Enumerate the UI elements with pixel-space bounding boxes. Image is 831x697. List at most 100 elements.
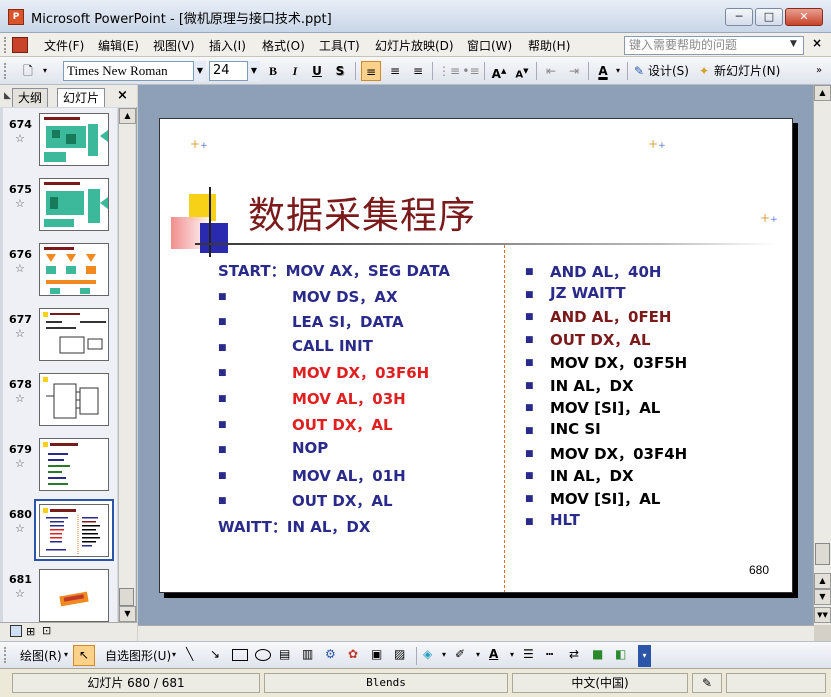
tab-outline[interactable]: 大纲 bbox=[12, 88, 49, 107]
menu-format[interactable]: 格式(O) bbox=[262, 37, 305, 54]
draw-menu-button[interactable]: 绘图(R) bbox=[20, 647, 62, 664]
rectangle-icon[interactable] bbox=[232, 649, 248, 661]
document-close-button[interactable]: × bbox=[812, 36, 822, 50]
bold-button[interactable]: B bbox=[264, 61, 282, 81]
help-search-input[interactable]: 键入需要帮助的问题 bbox=[624, 36, 804, 55]
slide-thumbnail-674[interactable] bbox=[39, 113, 109, 166]
powerpoint-app-icon[interactable]: P bbox=[8, 9, 24, 25]
toolbar-grip[interactable] bbox=[4, 647, 8, 663]
increase-indent-icon[interactable]: ⇥ bbox=[564, 61, 584, 81]
tab-slides[interactable]: 幻灯片 bbox=[57, 88, 106, 107]
chevron-down-icon[interactable]: ▾ bbox=[510, 650, 514, 659]
slide-thumbnail-676[interactable] bbox=[39, 243, 109, 296]
decrease-indent-icon[interactable]: ⇤ bbox=[541, 61, 561, 81]
toolbar-options-icon[interactable]: ▾ bbox=[638, 645, 651, 667]
scroll-thumb[interactable] bbox=[815, 543, 830, 565]
design-icon[interactable]: ✎ bbox=[632, 61, 646, 81]
new-slide-button[interactable]: 新幻灯片(N) bbox=[714, 61, 786, 81]
line-style-icon[interactable]: ☰ bbox=[523, 647, 534, 661]
decrease-font-icon[interactable]: A▼ bbox=[512, 61, 532, 81]
wordart-icon[interactable]: ▥ bbox=[302, 647, 313, 661]
menu-help[interactable]: 帮助(H) bbox=[528, 37, 570, 54]
document-icon[interactable] bbox=[12, 37, 28, 53]
chevron-down-icon[interactable]: ▾ bbox=[613, 61, 623, 81]
arrow-icon[interactable]: ↘ bbox=[210, 647, 220, 661]
right-code-column[interactable]: ■ AND AL，40H ■ JZ WAITT ■ AND AL，0FEH ■ OUT DX，… bbox=[525, 261, 785, 541]
align-right-icon[interactable]: ≡ bbox=[408, 61, 428, 81]
shadow-style-icon[interactable]: ■ bbox=[592, 647, 603, 661]
scroll-up-icon[interactable]: ▲ bbox=[119, 108, 136, 124]
menu-insert[interactable]: 插入(I) bbox=[209, 37, 246, 54]
pane-scrollbar[interactable]: ▲ ▼ bbox=[118, 108, 136, 622]
insert-image-icon[interactable]: ▨ bbox=[394, 647, 405, 661]
close-button[interactable]: ✕ bbox=[785, 8, 823, 26]
scroll-down-icon[interactable]: ▼ bbox=[814, 589, 831, 605]
slideshow-icon[interactable]: ⊡ bbox=[42, 624, 51, 637]
numbered-list-icon[interactable]: ⋮≡ bbox=[438, 61, 460, 81]
font-color-icon[interactable]: A bbox=[593, 61, 613, 81]
clipart-icon[interactable]: ✿ bbox=[348, 647, 358, 661]
chevron-down-icon[interactable]: ▼ bbox=[193, 61, 206, 81]
dash-style-icon[interactable]: ┅ bbox=[546, 647, 553, 661]
design-button[interactable]: 设计(S) bbox=[648, 61, 694, 81]
slide-thumbnail-679[interactable] bbox=[39, 438, 109, 491]
font-color-icon[interactable]: A bbox=[489, 647, 498, 661]
chevron-down-icon[interactable]: ▾ bbox=[64, 650, 68, 659]
pane-collapse-icon[interactable]: ◣ bbox=[4, 91, 11, 101]
chevron-down-icon[interactable]: ▾ bbox=[40, 61, 50, 81]
slide-thumbnail-675[interactable] bbox=[39, 178, 109, 231]
spelling-status-icon[interactable]: ✎ bbox=[692, 673, 722, 693]
3d-style-icon[interactable]: ◧ bbox=[615, 647, 626, 661]
select-pointer-icon[interactable]: ↖ bbox=[73, 645, 95, 666]
arrow-style-icon[interactable]: ⇄ bbox=[569, 647, 579, 661]
italic-button[interactable]: I bbox=[286, 61, 304, 81]
toolbar-grip[interactable] bbox=[4, 63, 8, 79]
bullet-list-icon[interactable]: •≡ bbox=[461, 61, 481, 81]
menu-tools[interactable]: 工具(T) bbox=[319, 37, 360, 54]
align-center-icon[interactable]: ≡ bbox=[385, 61, 405, 81]
shadow-button[interactable]: S bbox=[331, 61, 349, 81]
minimize-button[interactable]: ─ bbox=[725, 8, 753, 26]
maximize-button[interactable]: □ bbox=[755, 8, 783, 26]
slide-thumbnail-681[interactable] bbox=[39, 569, 109, 622]
fill-color-icon[interactable]: ◈ bbox=[423, 647, 432, 661]
pane-close-button[interactable]: × bbox=[117, 88, 128, 103]
line-icon[interactable]: ╲ bbox=[186, 647, 193, 661]
toolbar-grip[interactable] bbox=[4, 37, 8, 53]
workspace-hscrollbar[interactable] bbox=[138, 625, 814, 641]
chevron-down-icon[interactable]: ▾ bbox=[476, 650, 480, 659]
slide-thumbnail-678[interactable] bbox=[39, 373, 109, 426]
toolbar-options-icon[interactable]: » bbox=[812, 61, 826, 81]
menu-edit[interactable]: 编辑(E) bbox=[98, 37, 139, 54]
chevron-down-icon[interactable]: ▼ bbox=[790, 39, 797, 49]
new-document-icon[interactable]: 🗋 bbox=[18, 61, 38, 81]
increase-font-icon[interactable]: A▲ bbox=[489, 61, 509, 81]
textbox-icon[interactable]: ▤ bbox=[279, 647, 290, 661]
new-slide-icon[interactable]: ✦ bbox=[697, 61, 711, 81]
menu-file[interactable]: 文件(F) bbox=[44, 37, 84, 54]
autoshapes-button[interactable]: 自选图形(U) bbox=[105, 647, 171, 664]
chevron-down-icon[interactable]: ▼ bbox=[247, 61, 260, 81]
font-name-select[interactable]: Times New Roman bbox=[63, 61, 206, 81]
diagram-icon[interactable]: ⚙ bbox=[325, 647, 336, 661]
slide-sorter-icon[interactable]: ⊞ bbox=[26, 625, 35, 638]
slide-thumbnail-677[interactable] bbox=[39, 308, 109, 361]
workspace-vscrollbar[interactable]: ▲ ▲ ▼ ▼▼ bbox=[813, 85, 831, 625]
slide-thumbnail-680[interactable] bbox=[39, 504, 109, 557]
left-code-column[interactable]: START：MOV AX，SEG DATA ■ MOV DS，AX ■ LEA SI，D… bbox=[218, 260, 498, 540]
next-slide-icon[interactable]: ▼▼ bbox=[814, 607, 831, 623]
underline-button[interactable]: U bbox=[308, 61, 326, 81]
chevron-down-icon[interactable]: ▾ bbox=[172, 650, 176, 659]
menu-slideshow[interactable]: 幻灯片放映(D) bbox=[375, 37, 454, 54]
align-left-icon[interactable]: ≡ bbox=[361, 61, 381, 81]
slide-title[interactable]: 数据采集程序 bbox=[248, 185, 476, 239]
scroll-up-icon[interactable]: ▲ bbox=[814, 85, 831, 101]
oval-icon[interactable] bbox=[255, 649, 271, 661]
line-color-icon[interactable]: ✐ bbox=[455, 647, 465, 661]
menu-window[interactable]: 窗口(W) bbox=[467, 37, 512, 54]
picture-icon[interactable]: ▣ bbox=[371, 647, 382, 661]
chevron-down-icon[interactable]: ▾ bbox=[442, 650, 446, 659]
menu-view[interactable]: 视图(V) bbox=[153, 37, 195, 54]
pane-scroll-thumb[interactable] bbox=[119, 588, 134, 606]
slide-canvas[interactable]: ++ ++ ++ 数据采集程序 START：MOV AX，SEG DATA ■ MO… bbox=[159, 118, 793, 593]
